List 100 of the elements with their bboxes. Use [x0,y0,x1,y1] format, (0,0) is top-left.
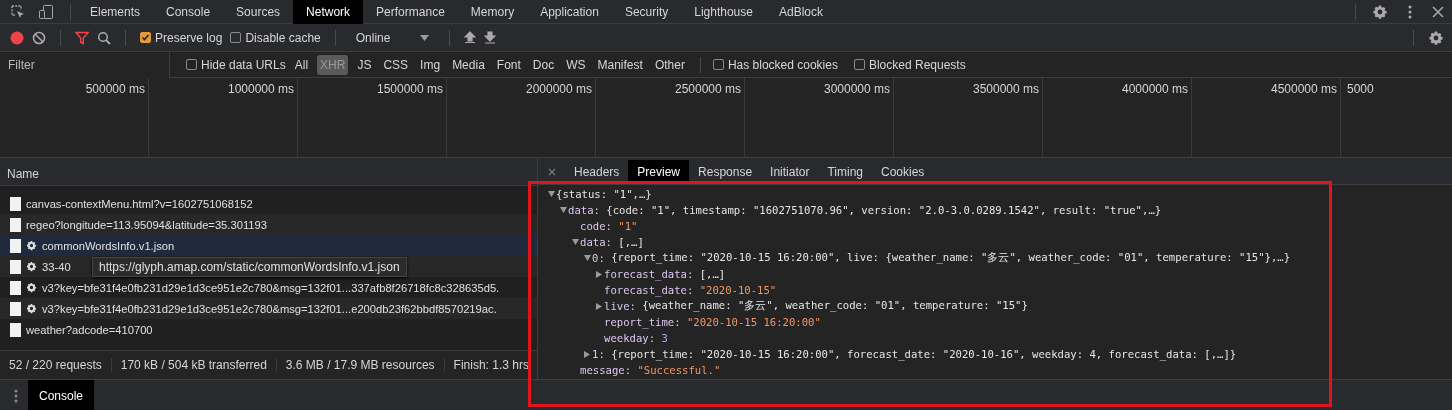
tree-line[interactable]: data: [,…] [570,234,1452,250]
timeline-tick-label: 5000 [1347,82,1374,96]
type-filter-button[interactable]: All [291,54,312,75]
type-filter-button[interactable]: WS [563,54,589,75]
type-filter-button[interactable]: Manifest [594,54,646,75]
drawer-menu-icon[interactable] [14,389,18,403]
tree-line: message: "Successful." [579,363,722,378]
checkbox[interactable] [712,59,724,70]
checkbox[interactable] [140,32,151,43]
url-tooltip: https://glyph.amap.com/static/commonWordsInfo.v1.json [92,257,407,277]
detail-tab[interactable]: Initiator [761,160,819,184]
type-filter-button[interactable]: Font [493,54,524,75]
expanded-triangle-icon[interactable] [559,207,567,213]
panel-tab[interactable]: Lighthouse [681,0,766,24]
type-filter-button[interactable]: Img [417,54,444,75]
search-icon[interactable] [97,30,111,45]
request-name: canvas-contextMenu.html?v=1602751068152 [26,197,253,210]
request-name: v3?key=bfe31f4e0fb231d29e1d3ce951e2c780&msg=132f01...337afb8f26718fc8c328635d5. [42,281,500,294]
record-icon[interactable] [10,30,24,45]
request-name: commonWordsInfo.v1.json [42,239,175,252]
collapsed-triangle-icon[interactable] [596,302,602,310]
panel-tab[interactable]: Memory [457,0,528,24]
type-filter-button[interactable]: Doc [529,54,558,75]
checkbox-option[interactable]: Preserve log [140,30,223,45]
more-options-icon[interactable] [1408,4,1412,19]
tree-line[interactable]: live: {weather_name: "多云", weather_code: "01", temperature: "15"} [594,298,1452,314]
timeline-tick-label: 2000000 ms [525,82,592,96]
timeline-tick-label: 4000000 ms [1121,82,1188,96]
clear-icon[interactable] [32,30,46,45]
panel-tab[interactable]: Performance [363,0,458,24]
upload-icon[interactable] [464,31,477,44]
filter-icon[interactable] [75,30,89,45]
detail-tab[interactable]: Preview [628,160,690,184]
detail-tab[interactable]: Response [689,160,762,184]
type-filter-button[interactable]: CSS [380,54,412,75]
panel-tab[interactable]: Sources [223,0,294,24]
tree-line: forecast_date: "2020-10-15" [603,283,778,298]
tree-line[interactable]: data: {code: "1", timestamp: "1602751070.96", version: "2.0-3.0.0289.1542", result: "true",…} [558,202,1452,218]
type-filter-button[interactable]: Media [449,54,488,75]
detail-tab[interactable]: Cookies [872,160,934,184]
download-icon[interactable] [484,31,497,44]
close-icon[interactable] [548,168,556,176]
request-name: 33-40 [42,260,71,273]
expanded-triangle-icon[interactable] [571,239,579,245]
panel-tab[interactable]: Elements [77,0,154,24]
settings-icon[interactable] [1372,3,1388,20]
drawer-tab[interactable]: Console [28,380,95,410]
timeline-tick-label: 500000 ms [85,82,145,96]
checkbox[interactable] [230,32,242,43]
panel-tab[interactable]: AdBlock [765,0,836,24]
throttling-dropdown[interactable]: Online [349,26,436,49]
request-row[interactable]: weather?adcode=410700 [0,319,537,340]
request-row[interactable]: canvas-contextMenu.html?v=1602751068152 [0,193,537,214]
checkbox[interactable] [853,59,865,70]
detail-tab[interactable]: Timing [818,160,872,184]
file-icon [10,217,21,232]
file-icon [10,196,21,211]
settings-icon[interactable] [1428,29,1444,46]
timeline-tick-label: 3000000 ms [823,82,890,96]
request-row[interactable]: regeo?longitude=113.95094&latitude=35.301193 [0,214,537,235]
expanded-triangle-icon[interactable] [583,255,591,261]
timeline-tick-label: 4500000 ms [1270,82,1337,96]
timeline-tick-label: 2500000 ms [674,82,741,96]
request-name: regeo?longitude=113.95094&latitude=35.301193 [26,218,267,231]
panel-tab[interactable]: Network [293,0,364,24]
panel-tab[interactable]: Console [153,0,224,24]
panel-tab[interactable]: Security [611,0,682,24]
column-header[interactable]: Name [7,167,39,181]
filter-field[interactable]: Filter [0,51,170,78]
tree-line[interactable]: forecast_data: [,…] [594,266,1452,282]
request-row[interactable]: v3?key=bfe31f4e0fb231d29e1d3ce951e2c780&msg=132f01...e200db23f62bbdf8570219ac. [0,298,537,319]
collapsed-triangle-icon[interactable] [584,350,590,358]
inspect-icon[interactable] [10,3,26,20]
tree-line[interactable]: 1: {report_time: "2020-10-15 16:20:00", forecast_date: "2020-10-16", weekday: 4, forecast_data: [,…]} [582,346,1452,362]
request-name: weather?adcode=410700 [26,323,153,336]
detail-tab[interactable]: Headers [565,160,629,184]
request-name: v3?key=bfe31f4e0fb231d29e1d3ce951e2c780&msg=132f01...e200db23f62bbdf8570219ac. [42,302,497,315]
status-text: 3.6 MB / 17.9 MB resources [276,358,445,372]
type-filter-button[interactable]: JS [354,54,375,75]
checkbox-option[interactable]: Disable cache [230,30,321,45]
timeline-tick-label: 1500000 ms [376,82,443,96]
panel-tab[interactable]: Application [527,0,612,24]
checkbox-option[interactable]: Blocked Requests [853,57,966,72]
collapsed-triangle-icon[interactable] [596,270,602,278]
timeline-tick-label: 1000000 ms [227,82,294,96]
file-icon [10,322,21,337]
checkbox-option[interactable]: Has blocked cookies [712,57,838,72]
expanded-triangle-icon[interactable] [547,191,555,197]
type-filter-button[interactable]: Other [651,54,688,75]
status-text: 170 kB / 504 kB transferred [111,358,277,372]
dropdown-caret-icon [420,34,430,41]
tree-line[interactable]: 0: {report_time: "2020-10-15 16:20:00", live: {weather_name: "多云", weather_code: "01", temperature: "15"},…} [582,250,1452,266]
checkbox[interactable] [186,59,197,70]
device-toolbar-icon[interactable] [38,3,54,20]
tree-line[interactable]: {status: "1",…} [546,186,1452,202]
close-icon[interactable] [1432,5,1444,18]
request-row[interactable]: commonWordsInfo.v1.json [0,235,537,256]
checkbox-option[interactable]: Hide data URLs [186,57,286,72]
tree-line: code: "1" [579,219,639,234]
request-row[interactable]: v3?key=bfe31f4e0fb231d29e1d3ce951e2c780&msg=132f01...337afb8f26718fc8c328635d5. [0,277,537,298]
